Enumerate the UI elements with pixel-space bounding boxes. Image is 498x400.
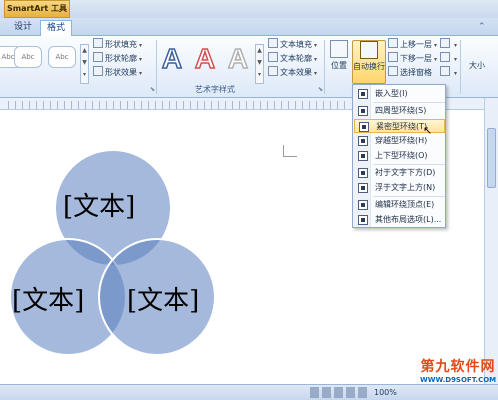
menu-item-square[interactable]: 四周型环绕(S) — [354, 104, 445, 118]
layout-options-icon — [358, 215, 368, 225]
bring-forward-icon — [388, 38, 398, 48]
view-buttons[interactable] — [310, 387, 368, 398]
auto-wrap-button[interactable]: 自动换行 — [352, 40, 386, 84]
wordart-group-label: 艺术字样式 — [195, 85, 235, 94]
text-outline-button[interactable]: 文本轮廓 ▾ — [268, 52, 317, 65]
effects-icon — [93, 66, 103, 76]
group-button[interactable]: ▾ — [440, 52, 457, 65]
menu-item-edit-wrap-points[interactable]: 编辑环绕顶点(E) — [354, 198, 445, 212]
menu-item-more-layout-options[interactable]: 其他布局选项(L)... — [354, 213, 445, 227]
menu-item-in-front-of-text[interactable]: 浮于文字上方(N) — [354, 181, 445, 195]
venn-label-top[interactable]: [文本] — [63, 186, 135, 223]
vertical-scrollbar[interactable] — [484, 98, 498, 384]
shape-outline-button[interactable]: 形状轮廓 ▾ — [93, 52, 142, 65]
group-icon — [440, 52, 450, 62]
align-icon — [440, 38, 450, 48]
wordart-gallery-scroll[interactable]: ▲ ▼ ▾ — [255, 44, 264, 84]
shape-styles-launcher-icon[interactable]: ⬊ — [150, 86, 155, 93]
wrap-square-icon — [358, 106, 368, 116]
wrap-tight-icon — [359, 122, 369, 132]
mouse-cursor-icon: ↖ — [423, 124, 433, 137]
scrollbar-thumb[interactable] — [487, 128, 496, 188]
menu-item-behind-text[interactable]: 衬于文字下方(D) — [354, 166, 445, 180]
shape-style-gallery-scroll[interactable]: ▲ ▼ ▾ — [80, 44, 89, 84]
menu-item-inline[interactable]: 嵌入型(I) — [354, 87, 445, 101]
pen-icon — [93, 52, 103, 62]
menu-item-top-bottom[interactable]: 上下型环绕(O) — [354, 149, 445, 163]
bring-forward-button[interactable]: 上移一层 ▾ — [388, 38, 437, 51]
send-backward-button[interactable]: 下移一层 ▾ — [388, 52, 437, 65]
watermark-logo: 第九软件网 WWW.D9SOFT.COM — [420, 359, 497, 384]
wrap-top-bottom-icon — [358, 151, 368, 161]
page-margin-mark — [283, 145, 297, 157]
edit-points-icon — [358, 200, 368, 210]
wrap-inline-icon — [358, 89, 368, 99]
selection-pane-button[interactable]: 选择窗格 — [388, 66, 432, 79]
text-effects-button[interactable]: 文本效果 ▾ — [268, 66, 317, 79]
shape-style-2[interactable]: Abc — [14, 46, 42, 68]
shape-effects-button[interactable]: 形状效果 ▾ — [93, 66, 142, 79]
smartart-tools-title: SmartArt 工具 — [4, 0, 70, 18]
title-bar: SmartArt 工具 — [0, 0, 498, 18]
ribbon-tabs: 设计 格式 ⌃ — [0, 18, 498, 36]
text-wrap-menu: 嵌入型(I) 四周型环绕(S) 紧密型环绕(T) 穿越型环绕(H) 上下型环绕(… — [352, 84, 446, 228]
text-outline-icon — [268, 52, 278, 62]
venn-label-right[interactable]: [文本] — [127, 280, 199, 317]
shape-style-3[interactable]: Abc — [48, 46, 76, 68]
wordart-style-1[interactable]: A — [158, 43, 186, 75]
wordart-style-2[interactable]: A — [191, 43, 219, 75]
tab-format[interactable]: 格式 — [40, 20, 73, 36]
ribbon-minimize-icon[interactable]: ⌃ — [478, 21, 490, 33]
tab-design[interactable]: 设计 — [8, 20, 38, 36]
align-button[interactable]: ▾ — [440, 38, 457, 51]
wrap-front-icon — [358, 183, 368, 193]
text-effects-icon — [268, 66, 278, 76]
text-wrap-icon — [360, 41, 378, 59]
text-fill-button[interactable]: 文本填充 ▾ — [268, 38, 317, 51]
position-button[interactable]: 位置 — [328, 40, 350, 84]
shape-fill-button[interactable]: 形状填充 ▾ — [93, 38, 142, 51]
wordart-style-3[interactable]: A — [224, 43, 252, 75]
venn-label-left[interactable]: [文本] — [12, 280, 84, 317]
wordart-launcher-icon[interactable]: ⬊ — [318, 86, 323, 93]
send-backward-icon — [388, 52, 398, 62]
size-button[interactable]: 大小 — [462, 40, 492, 84]
zoom-level[interactable]: 100% — [374, 386, 397, 399]
position-icon — [330, 40, 348, 58]
text-fill-icon — [268, 38, 278, 48]
rotate-icon — [440, 66, 450, 76]
wrap-through-icon — [358, 136, 368, 146]
rotate-button[interactable]: ▾ — [440, 66, 457, 79]
selection-pane-icon — [388, 66, 398, 76]
paint-bucket-icon — [93, 38, 103, 48]
wrap-behind-icon — [358, 168, 368, 178]
